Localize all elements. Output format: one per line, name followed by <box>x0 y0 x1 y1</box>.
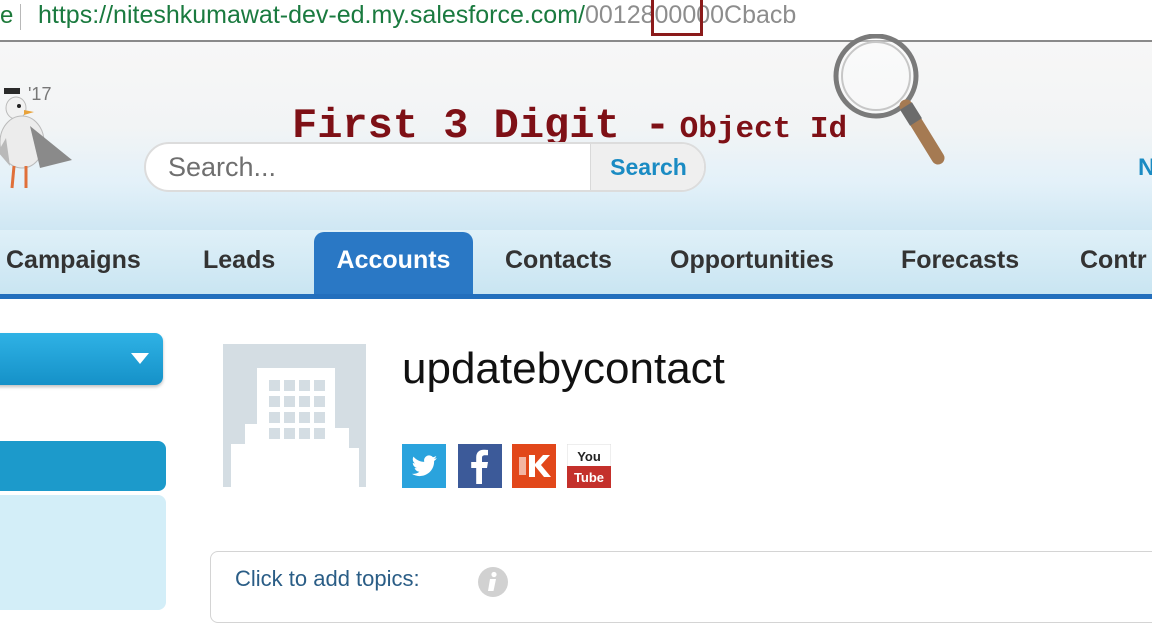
chevron-down-icon <box>131 353 149 364</box>
sidebar-section-header[interactable] <box>0 441 166 491</box>
url-prefix: https://niteshkumawat-dev-ed.my.salesfor… <box>38 1 585 29</box>
salesforce-header: '17 First 3 Digit - Object Id Search N <box>0 34 1152 230</box>
seagull-mascot-logo-icon: '17 <box>0 84 72 189</box>
browser-address-bar[interactable]: e https://niteshkumawat-dev-ed.my.salesf… <box>0 0 1152 42</box>
topics-bar: Click to add topics: <box>210 551 1152 623</box>
sidebar-panel <box>0 495 166 610</box>
tab-accounts[interactable]: Accounts <box>314 232 473 294</box>
magnifier-icon <box>833 34 945 165</box>
record-title: updatebycontact <box>402 344 725 393</box>
tab-opportunities[interactable]: Opportunities <box>670 246 834 275</box>
address-bar-divider <box>20 4 21 30</box>
logo-year: '17 <box>28 84 51 104</box>
tab-leads[interactable]: Leads <box>203 246 275 275</box>
youtube-label-line1: You <box>577 449 601 464</box>
tab-accounts-label: Accounts <box>336 246 451 274</box>
info-icon[interactable] <box>477 566 509 598</box>
tab-forecasts[interactable]: Forecasts <box>901 246 1019 275</box>
youtube-icon[interactable]: You Tube <box>567 444 611 488</box>
create-new-dropdown[interactable] <box>0 333 163 385</box>
account-building-icon <box>223 344 366 487</box>
user-menu-initial[interactable]: N <box>1138 154 1152 182</box>
tab-campaigns[interactable]: Campaigns <box>6 246 141 275</box>
youtube-label-line2: Tube <box>574 470 604 485</box>
object-id-highlight-box <box>651 0 703 36</box>
search-input[interactable] <box>146 144 590 190</box>
klout-icon[interactable] <box>512 444 556 488</box>
search-button[interactable]: Search <box>590 144 704 190</box>
add-topics-link[interactable]: Click to add topics: <box>235 566 420 592</box>
annotation-sub-text: Object Id <box>679 112 848 147</box>
facebook-icon[interactable] <box>458 444 502 488</box>
global-search-box: Search <box>144 142 706 192</box>
tab-contacts[interactable]: Contacts <box>505 246 612 275</box>
url-id-prefix: 001 <box>584 1 627 29</box>
tab-contracts[interactable]: Contr <box>1080 246 1147 275</box>
browser-edge-glyph: e <box>0 2 14 29</box>
twitter-icon[interactable] <box>402 444 446 488</box>
main-tab-bar: Campaigns Leads Accounts Contacts Opport… <box>0 230 1152 299</box>
